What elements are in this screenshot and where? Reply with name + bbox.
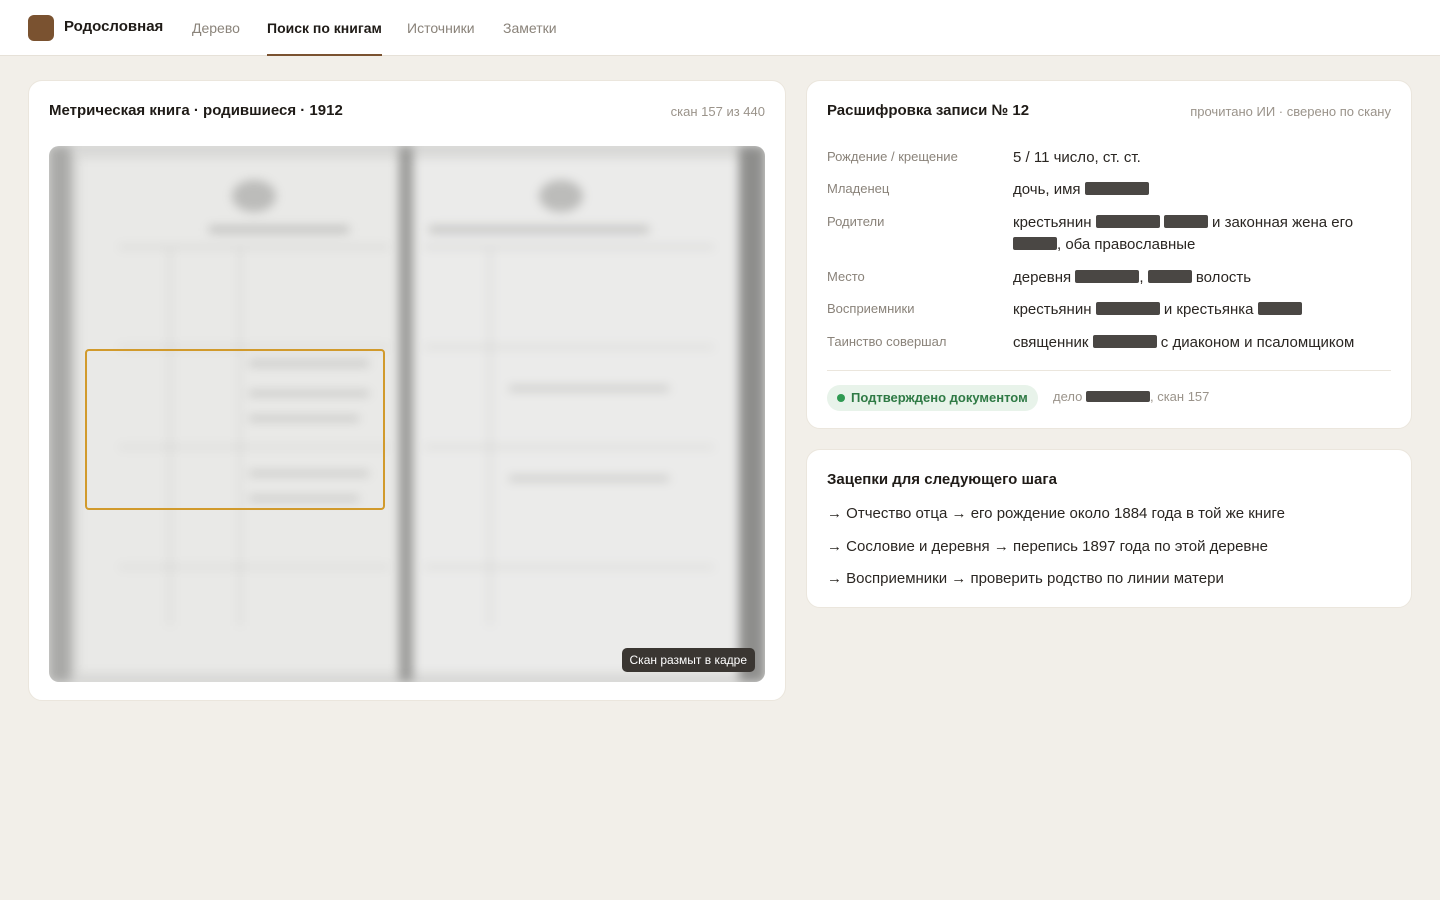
tab-sources[interactable]: Источники bbox=[407, 20, 475, 56]
redacted-name bbox=[1257, 302, 1302, 315]
redacted-name bbox=[1092, 335, 1157, 348]
case-reference[interactable]: дело , скан 157 bbox=[1053, 389, 1209, 404]
field-label: Младенец bbox=[827, 181, 890, 196]
field-value: священник с диаконом и псаломщиком bbox=[1013, 332, 1393, 354]
lead-item[interactable]: → Восприемники → проверить родство по ли… bbox=[827, 570, 1224, 587]
transcription-card: Расшифровка записи № 12 прочитано ИИ · с… bbox=[806, 80, 1412, 429]
field-text: и крестьянка bbox=[1163, 301, 1254, 318]
lead-item[interactable]: → Отчество отца → его рождение около 188… bbox=[827, 505, 1285, 522]
field-text: дочь, имя bbox=[1013, 181, 1081, 198]
confirmed-badge: Подтверждено документом bbox=[827, 385, 1038, 411]
field-value: крестьянин и крестьянка bbox=[1013, 299, 1393, 321]
redacted-name bbox=[1163, 215, 1208, 228]
field-label: Место bbox=[827, 269, 865, 284]
redacted-volost bbox=[1147, 270, 1192, 283]
case-prefix: дело bbox=[1053, 389, 1083, 404]
field-text: , оба православные bbox=[1057, 236, 1196, 253]
redacted-village bbox=[1075, 270, 1140, 283]
transcription-title: Расшифровка записи № 12 bbox=[827, 102, 1030, 119]
scan-counter: скан 157 из 440 bbox=[670, 104, 765, 119]
tab-notes[interactable]: Заметки bbox=[503, 20, 557, 56]
lead-item[interactable]: → Сословие и деревня → перепись 1897 год… bbox=[827, 538, 1268, 555]
redacted-case-number bbox=[1085, 391, 1150, 402]
field-label: Рождение / крещение bbox=[827, 149, 958, 164]
field-value: крестьянин и законная жена его , оба прав… bbox=[1013, 212, 1393, 256]
tab-tree[interactable]: Дерево bbox=[192, 20, 240, 56]
scan-card-title: Метрическая книга · родившиеся · 1912 bbox=[49, 102, 343, 119]
redacted-name bbox=[1013, 237, 1057, 250]
app-name[interactable]: Родословная bbox=[64, 18, 163, 35]
register-scan-image[interactable]: Скан размыт в кадре bbox=[49, 146, 765, 682]
field-value: деревня , волость bbox=[1013, 267, 1393, 289]
field-value: 5 / 11 число, ст. ст. bbox=[1013, 149, 1141, 166]
field-text: и законная жена его bbox=[1212, 214, 1354, 231]
redacted-name bbox=[1095, 302, 1160, 315]
next-steps-card: Зацепки для следующего шага → Отчество о… bbox=[806, 449, 1412, 608]
field-text: деревня bbox=[1013, 269, 1072, 286]
field-text: крестьянин bbox=[1013, 214, 1092, 231]
record-highlight-box[interactable] bbox=[85, 349, 385, 510]
next-steps-title: Зацепки для следующего шага bbox=[827, 471, 1057, 488]
field-text: , bbox=[1139, 269, 1144, 286]
field-text: волость bbox=[1195, 269, 1252, 286]
field-label: Таинство совершал bbox=[827, 334, 947, 349]
field-label: Восприемники bbox=[827, 301, 915, 316]
tab-book-search[interactable]: Поиск по книгам bbox=[267, 20, 382, 56]
field-label: Родители bbox=[827, 214, 885, 229]
field-text: священник bbox=[1013, 334, 1089, 351]
redacted-name bbox=[1084, 182, 1149, 195]
field-text: крестьянин bbox=[1013, 301, 1092, 318]
scan-card: Метрическая книга · родившиеся · 1912 ск… bbox=[28, 80, 786, 701]
transcription-source-note: прочитано ИИ · сверено по скану bbox=[1190, 104, 1391, 119]
blur-notice-badge: Скан размыт в кадре bbox=[621, 648, 755, 672]
field-text: с диаконом и псаломщиком bbox=[1160, 334, 1355, 351]
badge-label: Подтверждено документом bbox=[851, 390, 1028, 405]
case-suffix: , скан 157 bbox=[1149, 389, 1210, 404]
divider bbox=[827, 370, 1391, 371]
top-navigation-bar: Родословная Дерево Поиск по книгам Источ… bbox=[0, 0, 1440, 56]
redacted-surname bbox=[1095, 215, 1160, 228]
status-dot-icon bbox=[837, 394, 845, 402]
field-value: дочь, имя bbox=[1013, 179, 1393, 201]
app-logo-icon[interactable] bbox=[28, 15, 54, 41]
